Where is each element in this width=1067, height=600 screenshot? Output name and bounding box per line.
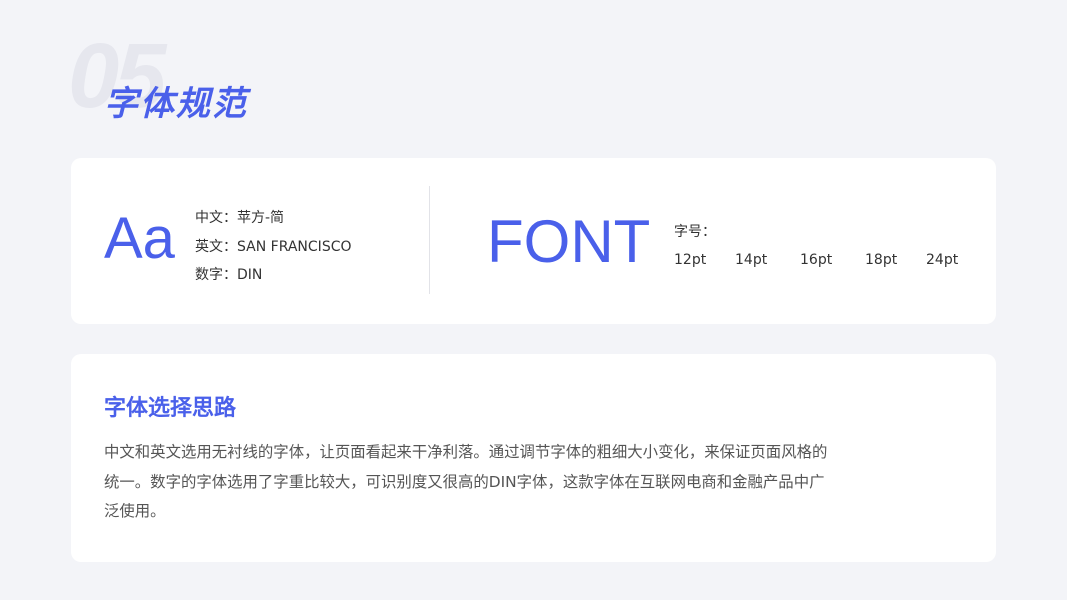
font-size-item: 12pt	[674, 252, 707, 268]
description-line: 中文和英文选用无衬线的字体，让页面看起来干净利落。通过调节字体的粗细大小变化，来…	[104, 443, 828, 461]
description-line: 统一。数字的字体选用了字重比较大，可识别度又很高的DIN字体，这款字体在互联网电…	[104, 472, 825, 491]
font-family-chinese: 中文：苹方-简	[195, 210, 285, 226]
font-spec-card: Aa 中文：苹方-简 英文：SAN FRANCISCO 数字：DIN FONT …	[71, 158, 996, 324]
font-family-numeric: 数字：DIN	[195, 267, 263, 283]
font-size-item: 24pt	[926, 252, 959, 268]
font-size-item: 16pt	[800, 252, 833, 268]
vertical-divider	[429, 186, 430, 294]
aa-font-sample: Aa	[104, 206, 175, 271]
page-title: 字体规范	[104, 84, 248, 124]
font-size-label: 字号：	[674, 224, 716, 240]
font-thinking-card: 字体选择思路 中文和英文选用无衬线的字体，让页面看起来干净利落。通过调节字体的粗…	[71, 354, 996, 562]
description-line: 泛使用。	[104, 502, 166, 520]
font-size-item: 18pt	[865, 252, 898, 268]
font-size-item: 14pt	[735, 252, 768, 268]
font-family-list: 中文：苹方-简 英文：SAN FRANCISCO 数字：DIN	[195, 208, 352, 294]
thinking-description: 中文和英文选用无衬线的字体，让页面看起来干净利落。通过调节字体的粗细大小变化，来…	[104, 438, 974, 527]
font-word-sample: FONT	[487, 208, 651, 275]
font-family-english: 英文：SAN FRANCISCO	[195, 238, 352, 255]
thinking-title: 字体选择思路	[104, 396, 237, 421]
